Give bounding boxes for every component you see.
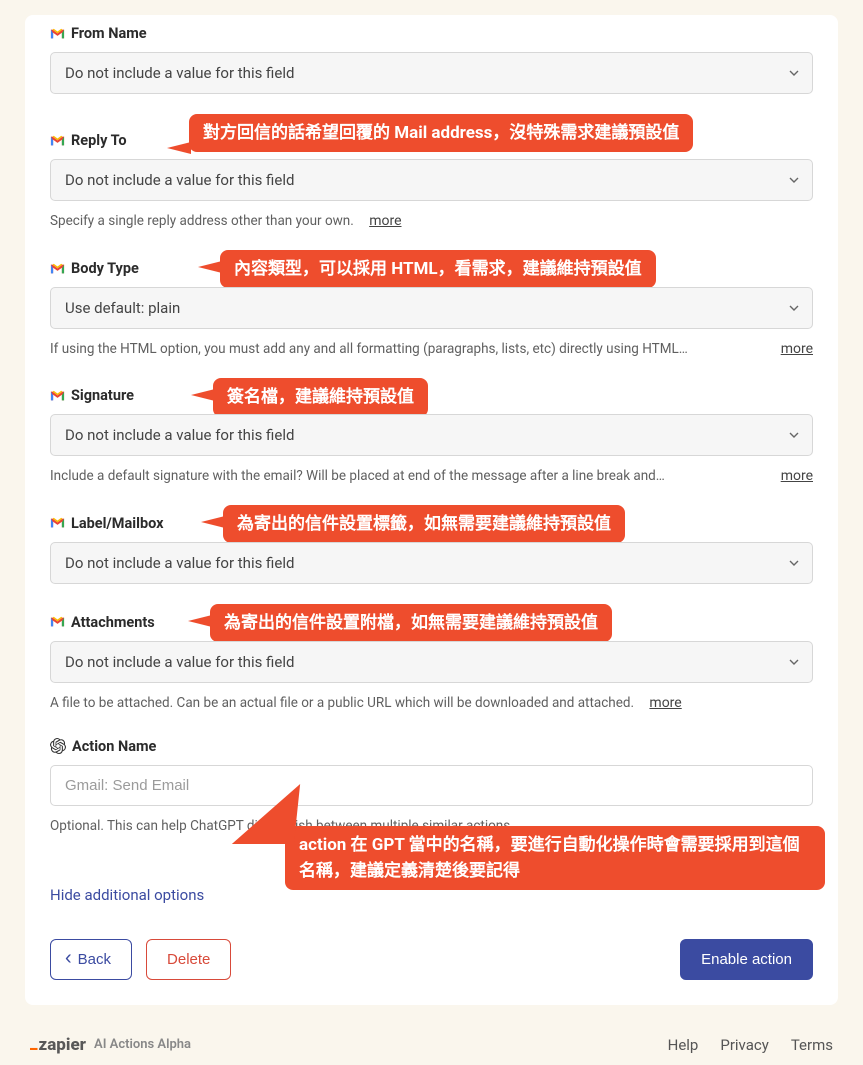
help-link[interactable]: Help: [668, 1036, 699, 1054]
from-name-select[interactable]: Do not include a value for this field: [50, 52, 813, 94]
signature-label: Signature: [71, 387, 134, 404]
reply-to-select[interactable]: Do not include a value for this field: [50, 159, 813, 201]
attachments-label: Attachments: [71, 614, 155, 631]
reply-to-more-link[interactable]: more: [369, 213, 401, 229]
gmail-icon: [50, 616, 65, 628]
label-mailbox-select[interactable]: Do not include a value for this field: [50, 542, 813, 584]
body-type-select[interactable]: Use default: plain: [50, 287, 813, 329]
privacy-link[interactable]: Privacy: [720, 1036, 768, 1054]
body-type-more-link[interactable]: more: [781, 339, 813, 360]
attachments-more-link[interactable]: more: [649, 695, 681, 711]
openai-icon: [50, 738, 66, 754]
field-label-mailbox: 為寄出的信件設置標籤，如無需要建議維持預設值 Label/Mailbox Do …: [25, 515, 838, 584]
signature-helper: more Include a default signature with th…: [50, 466, 813, 486]
body-type-helper: more If using the HTML option, you must …: [50, 339, 813, 359]
attachments-helper: A file to be attached. Can be an actual …: [50, 693, 813, 714]
field-action-name: Action Name Optional. This can help Chat…: [25, 738, 838, 836]
product-name: AI Actions Alpha: [94, 1037, 191, 1052]
signature-select[interactable]: Do not include a value for this field: [50, 414, 813, 456]
field-attachments: 為寄出的信件設置附檔，如無需要建議維持預設值 Attachments Do no…: [25, 614, 838, 714]
annotation-action-name: action 在 GPT 當中的名稱，要進行自動化操作時會需要採用到這個名稱，建…: [285, 826, 825, 891]
field-signature: 簽名檔，建議維持預設值 Signature Do not include a v…: [25, 387, 838, 486]
reply-to-helper: Specify a single reply address other tha…: [50, 211, 813, 232]
gmail-icon: [50, 390, 65, 402]
enable-action-button[interactable]: Enable action: [680, 939, 813, 980]
annotation-body-type: 內容類型，可以採用 HTML，看需求，建議維持預設值: [220, 250, 656, 288]
gmail-icon: [50, 135, 65, 147]
zapier-logo: zapier: [30, 1035, 86, 1055]
annotation-label-mailbox: 為寄出的信件設置標籤，如無需要建議維持預設值: [223, 505, 625, 543]
signature-more-link[interactable]: more: [781, 466, 813, 487]
reply-to-label: Reply To: [71, 132, 127, 149]
field-reply-to: 對方回信的話希望回覆的 Mail address，沒特殊需求建議預設值 Repl…: [25, 132, 838, 232]
button-row: Back Delete Enable action: [25, 939, 838, 980]
body-type-label: Body Type: [71, 260, 139, 277]
delete-button[interactable]: Delete: [146, 939, 231, 980]
action-name-label: Action Name: [72, 738, 156, 755]
field-from-name: From Name Do not include a value for thi…: [25, 25, 838, 94]
action-name-input[interactable]: [50, 765, 813, 806]
annotation-attachments: 為寄出的信件設置附檔，如無需要建議維持預設值: [210, 604, 612, 642]
from-name-label: From Name: [71, 25, 147, 42]
footer-links: Help Privacy Terms: [668, 1036, 833, 1054]
back-button[interactable]: Back: [50, 939, 132, 980]
label-mailbox-label: Label/Mailbox: [71, 515, 164, 532]
gmail-icon: [50, 263, 65, 275]
footer: zapier AI Actions Alpha Help Privacy Ter…: [0, 1020, 863, 1065]
field-body-type: 內容類型，可以採用 HTML，看需求，建議維持預設值 Body Type Use…: [25, 260, 838, 359]
annotation-reply-to: 對方回信的話希望回覆的 Mail address，沒特殊需求建議預設值: [189, 114, 709, 152]
attachments-select[interactable]: Do not include a value for this field: [50, 641, 813, 683]
terms-link[interactable]: Terms: [791, 1036, 833, 1054]
gmail-icon: [50, 517, 65, 529]
gmail-icon: [50, 28, 65, 40]
annotation-signature: 簽名檔，建議維持預設值: [213, 378, 428, 416]
form-container: From Name Do not include a value for thi…: [25, 15, 838, 1005]
